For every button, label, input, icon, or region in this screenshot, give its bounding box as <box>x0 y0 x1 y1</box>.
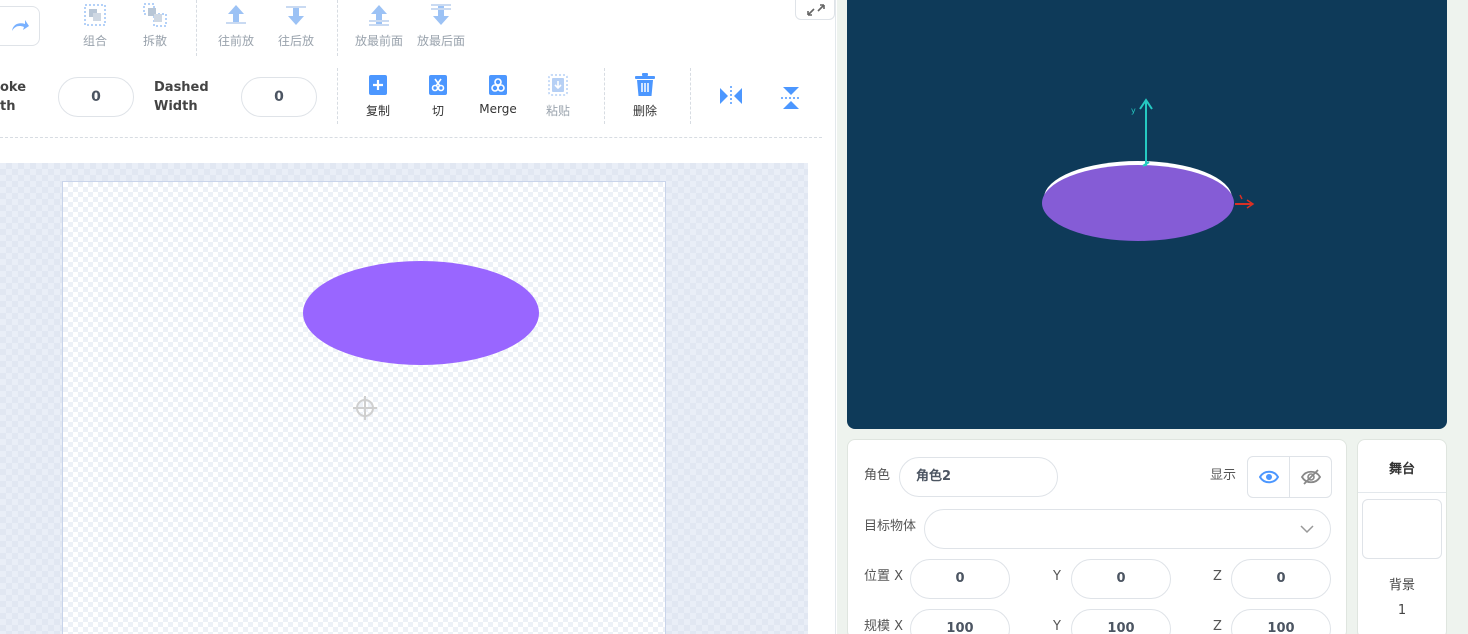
arrow-up-icon <box>226 5 246 24</box>
position-z-input[interactable]: 0 <box>1231 559 1331 599</box>
copy-label: 复制 <box>365 104 390 118</box>
delete-label: 删除 <box>632 104 657 118</box>
dashed-width-label: Dashed Width <box>154 80 209 114</box>
redo-button[interactable] <box>0 6 40 46</box>
forward-button[interactable]: 往前放 <box>212 2 260 49</box>
stage-selector-panel[interactable]: 舞台 背景 1 <box>1357 439 1447 634</box>
target-object-select[interactable] <box>924 509 1331 549</box>
stage-3d-view[interactable]: y <box>847 0 1447 429</box>
copy-icon <box>369 75 387 95</box>
backdrop-thumbnail[interactable] <box>1362 499 1442 559</box>
flip-vertical-icon <box>781 87 801 109</box>
send-to-back-icon <box>431 4 451 25</box>
group-label: 组合 <box>82 34 107 48</box>
scale-z-input[interactable]: 100 <box>1231 609 1331 634</box>
paste-button[interactable]: 粘贴 <box>536 72 580 119</box>
flip-vertical-button[interactable] <box>776 84 806 112</box>
scale-y-label: Y <box>1053 619 1061 634</box>
ungroup-icon <box>143 3 167 27</box>
stage-scene: y <box>1042 98 1255 241</box>
stroke-width-input[interactable]: 0 <box>58 77 134 117</box>
hide-button[interactable] <box>1290 457 1331 497</box>
toolbar-divider <box>690 68 691 124</box>
dashed-width-input[interactable]: 0 <box>241 77 317 117</box>
x-axis-gizmo-icon <box>1235 194 1255 209</box>
redo-icon <box>12 20 29 31</box>
scale-x-label: 规模 X <box>864 619 904 634</box>
position-y-input[interactable]: 0 <box>1071 559 1171 599</box>
cut-button[interactable]: 切 <box>416 72 460 119</box>
paint-editor: 组合 拆散 往前放 往后放 放最前面 放最后面 oke th 0 Dashed … <box>0 0 836 634</box>
position-y-label: Y <box>1053 569 1061 584</box>
ellipse-shape[interactable] <box>303 261 539 365</box>
stage-panel-divider <box>1358 492 1446 493</box>
svg-text:y: y <box>1131 106 1136 115</box>
toolbar-divider <box>337 0 338 56</box>
copy-button[interactable]: 复制 <box>356 72 400 119</box>
expand-icon <box>807 4 825 16</box>
toolbar-divider <box>196 0 197 56</box>
flip-horizontal-icon <box>720 86 742 106</box>
delete-button[interactable]: 删除 <box>623 72 667 119</box>
merge-icon <box>489 75 507 95</box>
flip-horizontal-button[interactable] <box>716 84 746 108</box>
backward-label: 往后放 <box>277 34 314 48</box>
show-label: 显示 <box>1210 468 1237 483</box>
expand-editor-button[interactable] <box>795 0 835 20</box>
trash-icon <box>635 73 655 96</box>
send-to-back-label: 放最后面 <box>416 34 465 48</box>
toolbar-bottom-divider <box>0 137 822 138</box>
backward-button[interactable]: 往后放 <box>272 2 320 49</box>
bring-to-front-label: 放最前面 <box>354 34 403 48</box>
scale-x-input[interactable]: 100 <box>910 609 1010 634</box>
position-x-label: 位置 X <box>864 569 904 584</box>
paste-icon <box>548 74 568 96</box>
position-z-label: Z <box>1213 569 1222 584</box>
artboard-drawing <box>303 261 539 420</box>
ungroup-label: 拆散 <box>142 34 167 48</box>
sprite-info-panel: 角色 角色2 显示 目标物体 位置 X 0 Y 0 Z 0 规模 X 100 Y… <box>847 439 1347 634</box>
sprite-name-label: 角色 <box>864 468 891 483</box>
stroke-width-label: oke th <box>0 80 27 114</box>
visibility-toggle <box>1247 456 1332 498</box>
group-icon <box>84 4 106 26</box>
eye-icon <box>1259 470 1279 484</box>
toolbar-divider <box>337 68 338 124</box>
send-to-back-button[interactable]: 放最后面 <box>414 2 468 49</box>
backdrop-count: 1 <box>1397 603 1407 618</box>
backdrop-label: 背景 <box>1388 578 1415 593</box>
rotation-center-icon <box>353 396 377 420</box>
arrow-down-icon <box>286 6 306 25</box>
paint-artboard[interactable] <box>62 181 666 634</box>
chevron-down-icon <box>1300 525 1314 534</box>
merge-button[interactable]: Merge <box>474 72 522 116</box>
bring-to-front-icon <box>369 5 389 26</box>
cut-icon <box>429 75 447 95</box>
cut-label: 切 <box>431 104 444 118</box>
forward-label: 往前放 <box>217 34 254 48</box>
stage-title: 舞台 <box>1388 462 1415 477</box>
merge-label: Merge <box>479 102 517 116</box>
y-axis-gizmo-icon: y <box>1131 98 1153 167</box>
3d-ellipse-object[interactable] <box>1042 165 1234 241</box>
paste-label: 粘贴 <box>545 104 570 118</box>
scale-z-label: Z <box>1213 619 1222 634</box>
show-button[interactable] <box>1248 457 1290 497</box>
ungroup-button[interactable]: 拆散 <box>134 2 176 49</box>
bring-to-front-button[interactable]: 放最前面 <box>352 2 406 49</box>
toolbar-divider <box>604 68 605 124</box>
scale-y-input[interactable]: 100 <box>1071 609 1171 634</box>
group-button[interactable]: 组合 <box>74 2 116 49</box>
position-x-input[interactable]: 0 <box>910 559 1010 599</box>
target-label: 目标物体 <box>864 519 917 534</box>
eye-slash-icon <box>1301 469 1321 485</box>
sprite-name-input[interactable]: 角色2 <box>899 457 1058 497</box>
